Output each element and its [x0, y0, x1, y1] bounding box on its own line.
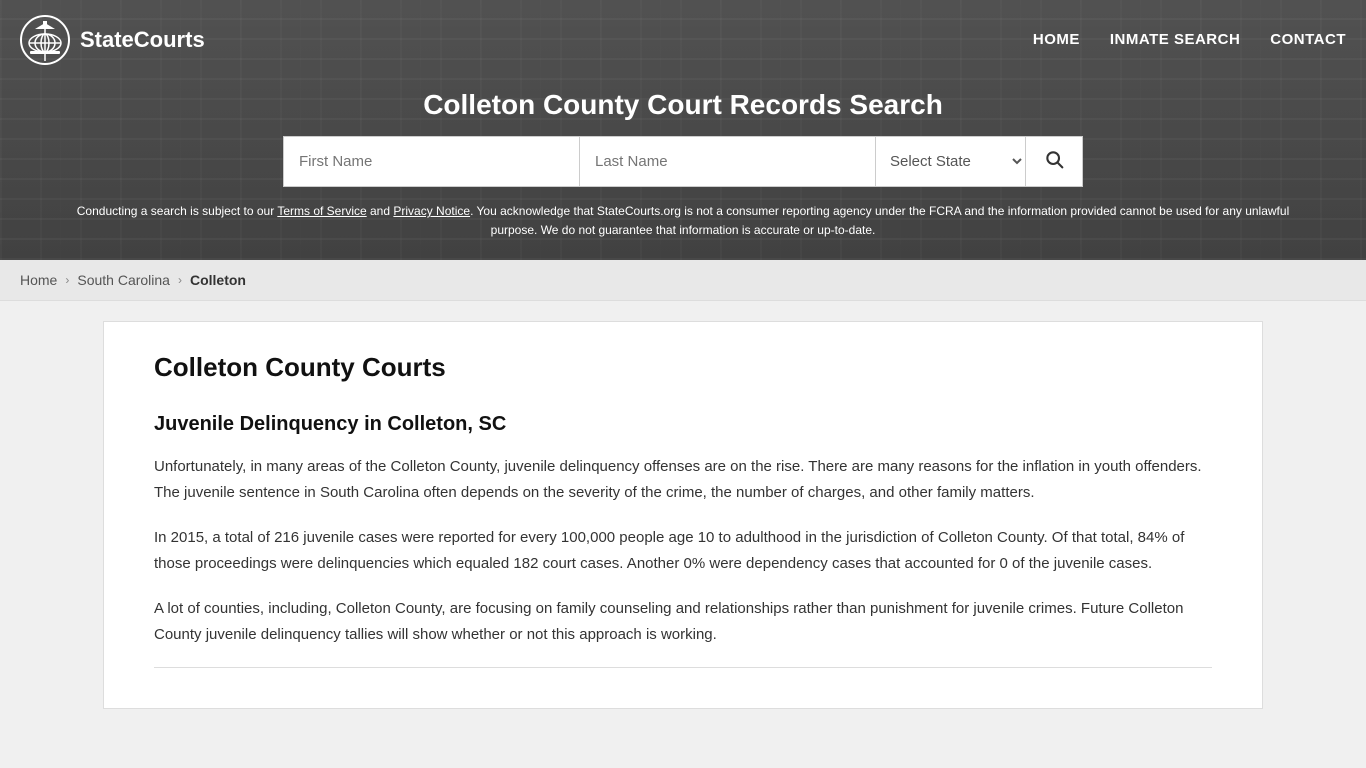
breadcrumb-county: Colleton: [190, 272, 246, 288]
search-button[interactable]: [1026, 137, 1082, 186]
search-bar: Select StateAlabamaAlaskaArizonaArkansas…: [283, 136, 1083, 187]
top-nav: StateCourts HOME INMATE SEARCH CONTACT: [0, 0, 1366, 79]
search-bar-area: Select StateAlabamaAlaskaArizonaArkansas…: [0, 136, 1366, 202]
search-icon: [1044, 149, 1064, 174]
first-name-input[interactable]: [284, 137, 580, 186]
site-logo[interactable]: StateCourts: [20, 15, 205, 65]
last-name-input[interactable]: [580, 137, 876, 186]
disclaimer: Conducting a search is subject to our Te…: [0, 202, 1366, 260]
breadcrumb-separator-2: ›: [178, 273, 182, 287]
site-header: StateCourts HOME INMATE SEARCH CONTACT C…: [0, 0, 1366, 260]
header-content: StateCourts HOME INMATE SEARCH CONTACT C…: [0, 0, 1366, 260]
logo-icon: [20, 15, 70, 65]
page-title-area: Colleton County Court Records Search: [0, 79, 1366, 136]
content-para-2: In 2015, a total of 216 juvenile cases w…: [154, 525, 1212, 576]
breadcrumb-home[interactable]: Home: [20, 272, 57, 288]
page-title: Colleton County Court Records Search: [20, 89, 1346, 121]
content-para-1: Unfortunately, in many areas of the Coll…: [154, 454, 1212, 505]
breadcrumb-separator-1: ›: [65, 273, 69, 287]
main-content: Colleton County Courts Juvenile Delinque…: [0, 301, 1366, 729]
content-card: Colleton County Courts Juvenile Delinque…: [103, 321, 1263, 709]
nav-home[interactable]: HOME: [1033, 31, 1080, 48]
nav-inmate-search[interactable]: INMATE SEARCH: [1110, 31, 1240, 48]
breadcrumb: Home › South Carolina › Colleton: [0, 260, 1366, 301]
nav-links: HOME INMATE SEARCH CONTACT: [1033, 31, 1346, 48]
terms-link[interactable]: Terms of Service: [277, 204, 366, 218]
logo-text: StateCourts: [80, 27, 205, 53]
breadcrumb-state[interactable]: South Carolina: [77, 272, 170, 288]
privacy-link[interactable]: Privacy Notice: [393, 204, 470, 218]
county-title: Colleton County Courts: [154, 352, 1212, 383]
section-title-juvenile: Juvenile Delinquency in Colleton, SC: [154, 413, 1212, 436]
nav-contact[interactable]: CONTACT: [1270, 31, 1346, 48]
state-select[interactable]: Select StateAlabamaAlaskaArizonaArkansas…: [876, 137, 1026, 186]
section-divider: [154, 667, 1212, 668]
content-para-3: A lot of counties, including, Colleton C…: [154, 596, 1212, 647]
